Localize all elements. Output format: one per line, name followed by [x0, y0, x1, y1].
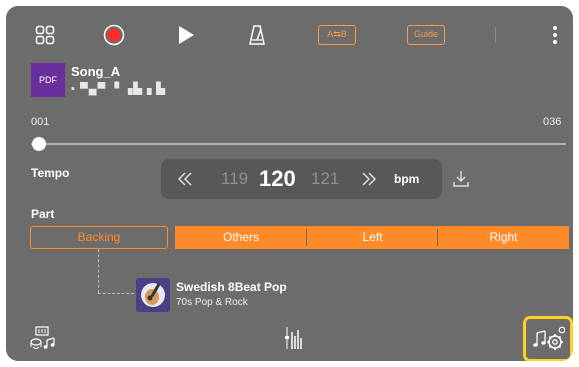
part-left-button[interactable]: Left [307, 226, 438, 249]
music-settings-icon[interactable] [533, 325, 565, 353]
ab-repeat-button[interactable]: A⇆B [318, 25, 356, 45]
position-slider-track[interactable] [31, 143, 566, 145]
fast-forward-icon[interactable] [361, 159, 377, 199]
song-subtitle: ▪ ▀▄▀ ▝ ▗▙▗ ▙ [71, 83, 166, 95]
start-measure: 001 [31, 116, 50, 128]
end-measure: 036 [543, 116, 562, 128]
song-title: Song_A [71, 64, 121, 79]
play-icon[interactable] [175, 24, 197, 46]
download-icon[interactable] [452, 170, 470, 188]
part-divider [306, 229, 307, 246]
metronome-icon[interactable] [246, 24, 268, 46]
record-icon[interactable] [102, 24, 126, 46]
part-backing-button[interactable]: Backing [30, 226, 168, 249]
tempo-prev[interactable]: 119 [221, 159, 248, 199]
more-vertical-icon[interactable] [550, 24, 560, 46]
part-divider [437, 229, 438, 246]
tempo-unit: bpm [394, 172, 420, 186]
style-category: 70s Pop & Rock [176, 297, 248, 308]
mixer-icon[interactable] [283, 324, 303, 352]
position-slider-thumb[interactable] [32, 137, 46, 151]
style-thumbnail[interactable] [136, 278, 170, 312]
style-name[interactable]: Swedish 8Beat Pop [176, 280, 287, 294]
style-score-icon[interactable] [30, 326, 60, 350]
rewind-icon[interactable] [177, 159, 193, 199]
toolbar-divider [495, 27, 496, 43]
part-label: Part [31, 207, 55, 221]
tempo-next[interactable]: 121 [311, 159, 339, 199]
tempo-label: Tempo [31, 166, 70, 180]
tempo-current: 120 [259, 166, 296, 191]
grid-icon[interactable] [33, 24, 57, 46]
main-panel: A⇆B Guide PDF Song_A ▪ ▀▄▀ ▝ ▗▙▗ ▙ 001 0… [6, 6, 573, 361]
guide-button[interactable]: Guide [407, 25, 445, 45]
pdf-icon[interactable]: PDF [31, 63, 65, 97]
connector-line [98, 249, 99, 293]
part-right-button[interactable]: Right [438, 226, 569, 249]
part-others-button[interactable]: Others [175, 226, 307, 249]
tempo-control: 119 120 121 bpm [161, 159, 442, 199]
connector-line [98, 293, 134, 294]
